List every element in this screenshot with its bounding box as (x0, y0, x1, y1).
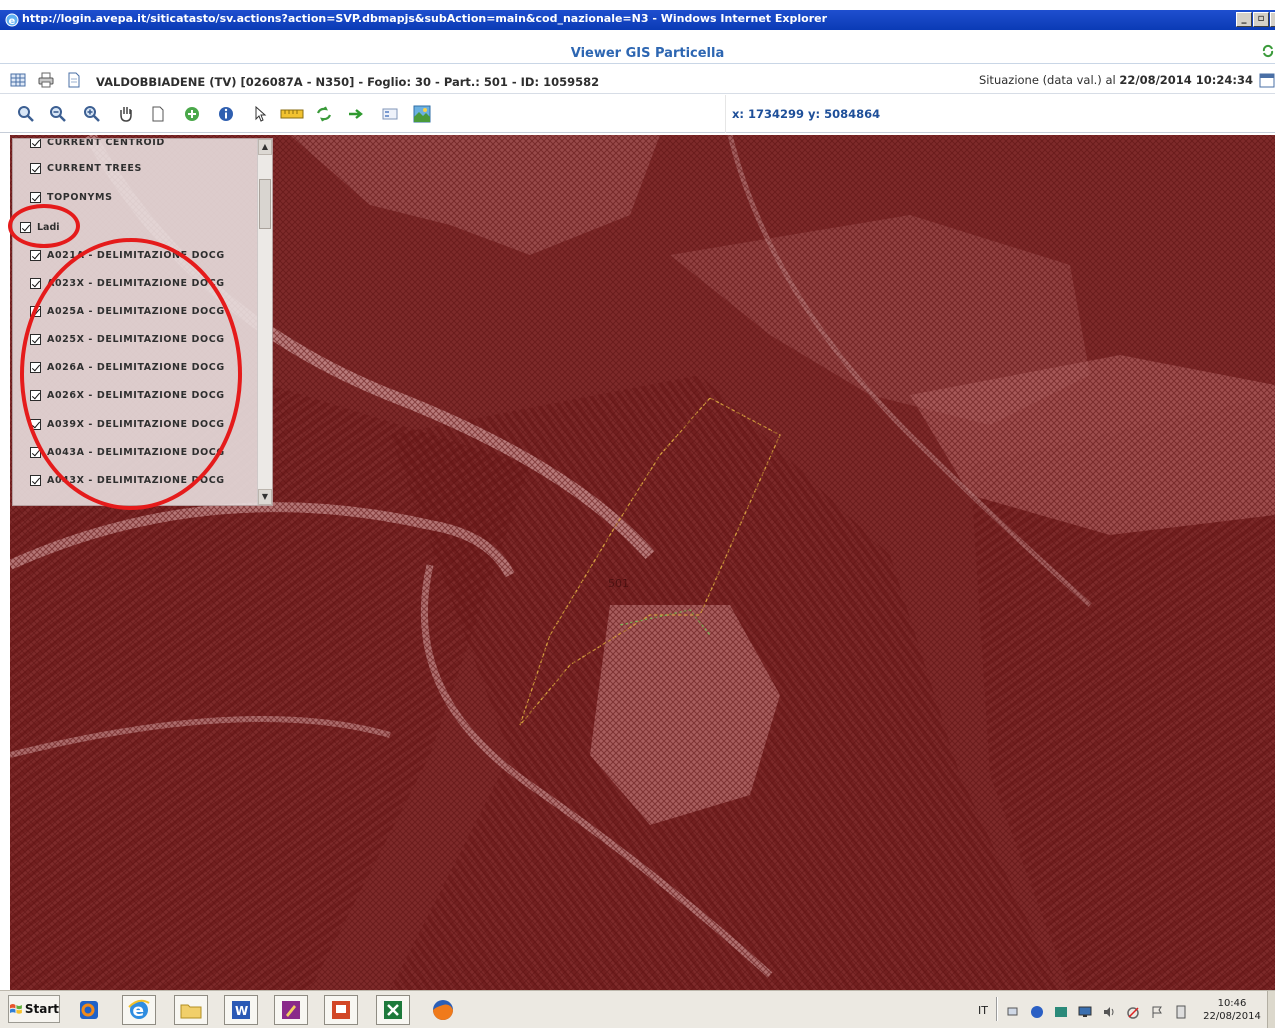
show-desktop-button[interactable] (1267, 991, 1275, 1028)
internet-explorer-icon[interactable]: e (122, 995, 156, 1025)
security-icon[interactable] (1054, 1005, 1068, 1019)
scroll-up-icon[interactable]: ▲ (258, 139, 272, 155)
start-button[interactable]: Start (8, 995, 60, 1023)
layer-checkbox[interactable] (30, 474, 41, 486)
parcel-info: VALDOBBIADENE (TV) [026087A - N350] - Fo… (96, 75, 600, 89)
arrow-right-icon[interactable] (346, 104, 366, 124)
situation-date: 22/08/2014 10:24:34 (1119, 73, 1253, 87)
firefox-icon[interactable] (426, 995, 460, 1025)
info-bar: VALDOBBIADENE (TV) [026087A - N350] - Fo… (0, 66, 1275, 94)
outlook-icon[interactable] (72, 995, 106, 1025)
refresh-icon[interactable] (314, 104, 334, 124)
maximize-button[interactable]: ▫ (1253, 12, 1269, 27)
word-icon[interactable]: W (224, 995, 258, 1025)
clock-date: 22/08/2014 (1203, 1011, 1261, 1022)
situation-text: Situazione (data val.) al 22/08/2014 10:… (979, 73, 1253, 87)
svg-text:W: W (235, 1004, 248, 1018)
display-icon[interactable] (1078, 1005, 1092, 1019)
layer-label: CURRENT CENTROID (47, 138, 165, 148)
pen-tool-icon[interactable] (274, 995, 308, 1025)
grid-icon[interactable] (10, 72, 26, 88)
layer-checkbox[interactable] (30, 162, 41, 174)
calendar-icon[interactable] (1259, 72, 1275, 88)
annotation-circle-docg-layers (20, 238, 242, 510)
volume-icon[interactable] (1102, 1005, 1116, 1019)
add-green-icon[interactable] (182, 104, 202, 124)
layer-item-current-centroid[interactable]: CURRENT CENTROID (30, 138, 165, 151)
print-icon[interactable] (38, 72, 54, 88)
svg-text:e: e (9, 16, 16, 27)
toolbar-separator (725, 95, 726, 133)
tray-separator (996, 997, 998, 1021)
flag-icon[interactable] (1150, 1005, 1164, 1019)
ie-icon: e (5, 13, 19, 27)
device-icon[interactable] (1174, 1005, 1188, 1019)
layer-label: CURRENT TREES (47, 162, 142, 174)
language-indicator[interactable]: IT (978, 1004, 988, 1017)
file-explorer-icon[interactable] (174, 995, 208, 1025)
minimize-button[interactable]: _ (1236, 12, 1252, 27)
map-coordinates: x: 1734299 y: 5084864 (732, 107, 881, 121)
taskbar: Start e W IT 10:46 22/08/2014 (0, 990, 1275, 1028)
info-icon[interactable] (216, 104, 236, 124)
powerpoint-icon[interactable] (324, 995, 358, 1025)
clock-time: 10:46 (1217, 998, 1247, 1009)
layer-scrollbar[interactable]: ▲ ▼ (257, 139, 272, 505)
page-icon[interactable] (148, 104, 168, 124)
layer-checkbox[interactable] (30, 249, 41, 261)
situation-prefix: Situazione (data val.) al (978, 73, 1120, 87)
pan-hand-icon[interactable] (116, 104, 136, 124)
layer-checkbox[interactable] (30, 191, 41, 203)
window-titlebar: e http://login.avepa.it/siticatasto/sv.a… (0, 0, 1275, 32)
document-icon[interactable] (66, 72, 82, 88)
close-button[interactable] (1270, 12, 1275, 27)
map-layers-icon[interactable] (412, 104, 432, 124)
layer-item-current-trees[interactable]: CURRENT TREES (30, 159, 142, 177)
start-label: Start (24, 1002, 59, 1016)
map-toolbar: x: 1734299 y: 5084864 (0, 95, 1275, 133)
search-icon[interactable] (16, 104, 36, 124)
excel-icon[interactable] (376, 995, 410, 1025)
viewer-title: Viewer GIS Particella (570, 46, 725, 61)
scroll-down-icon[interactable]: ▼ (258, 489, 272, 505)
screen: e http://login.avepa.it/siticatasto/sv.a… (0, 0, 1275, 1028)
window-title: http://login.avepa.it/siticatasto/sv.act… (22, 12, 827, 25)
zoom-out-icon[interactable] (48, 104, 68, 124)
layer-checkbox[interactable] (30, 139, 41, 148)
ruler-icon[interactable] (280, 104, 304, 124)
clock[interactable]: 10:46 22/08/2014 (1200, 997, 1264, 1023)
zoom-in-icon[interactable] (82, 104, 102, 124)
windows-logo-icon (9, 1004, 22, 1014)
legend-icon[interactable] (380, 104, 400, 124)
scroll-thumb[interactable] (259, 179, 271, 229)
refresh-corner-icon[interactable] (1261, 44, 1275, 58)
select-pointer-icon[interactable] (250, 104, 270, 124)
layer-label: TOPONYMS (47, 191, 113, 203)
annotation-circle-ladi (8, 204, 80, 248)
map-left-margin (0, 135, 10, 990)
layer-checkbox[interactable] (30, 277, 41, 289)
network-icon[interactable] (1006, 1005, 1020, 1019)
bluetooth-icon[interactable] (1030, 1005, 1044, 1019)
power-icon[interactable] (1126, 1005, 1140, 1019)
viewer-header: Viewer GIS Particella (0, 44, 1275, 64)
